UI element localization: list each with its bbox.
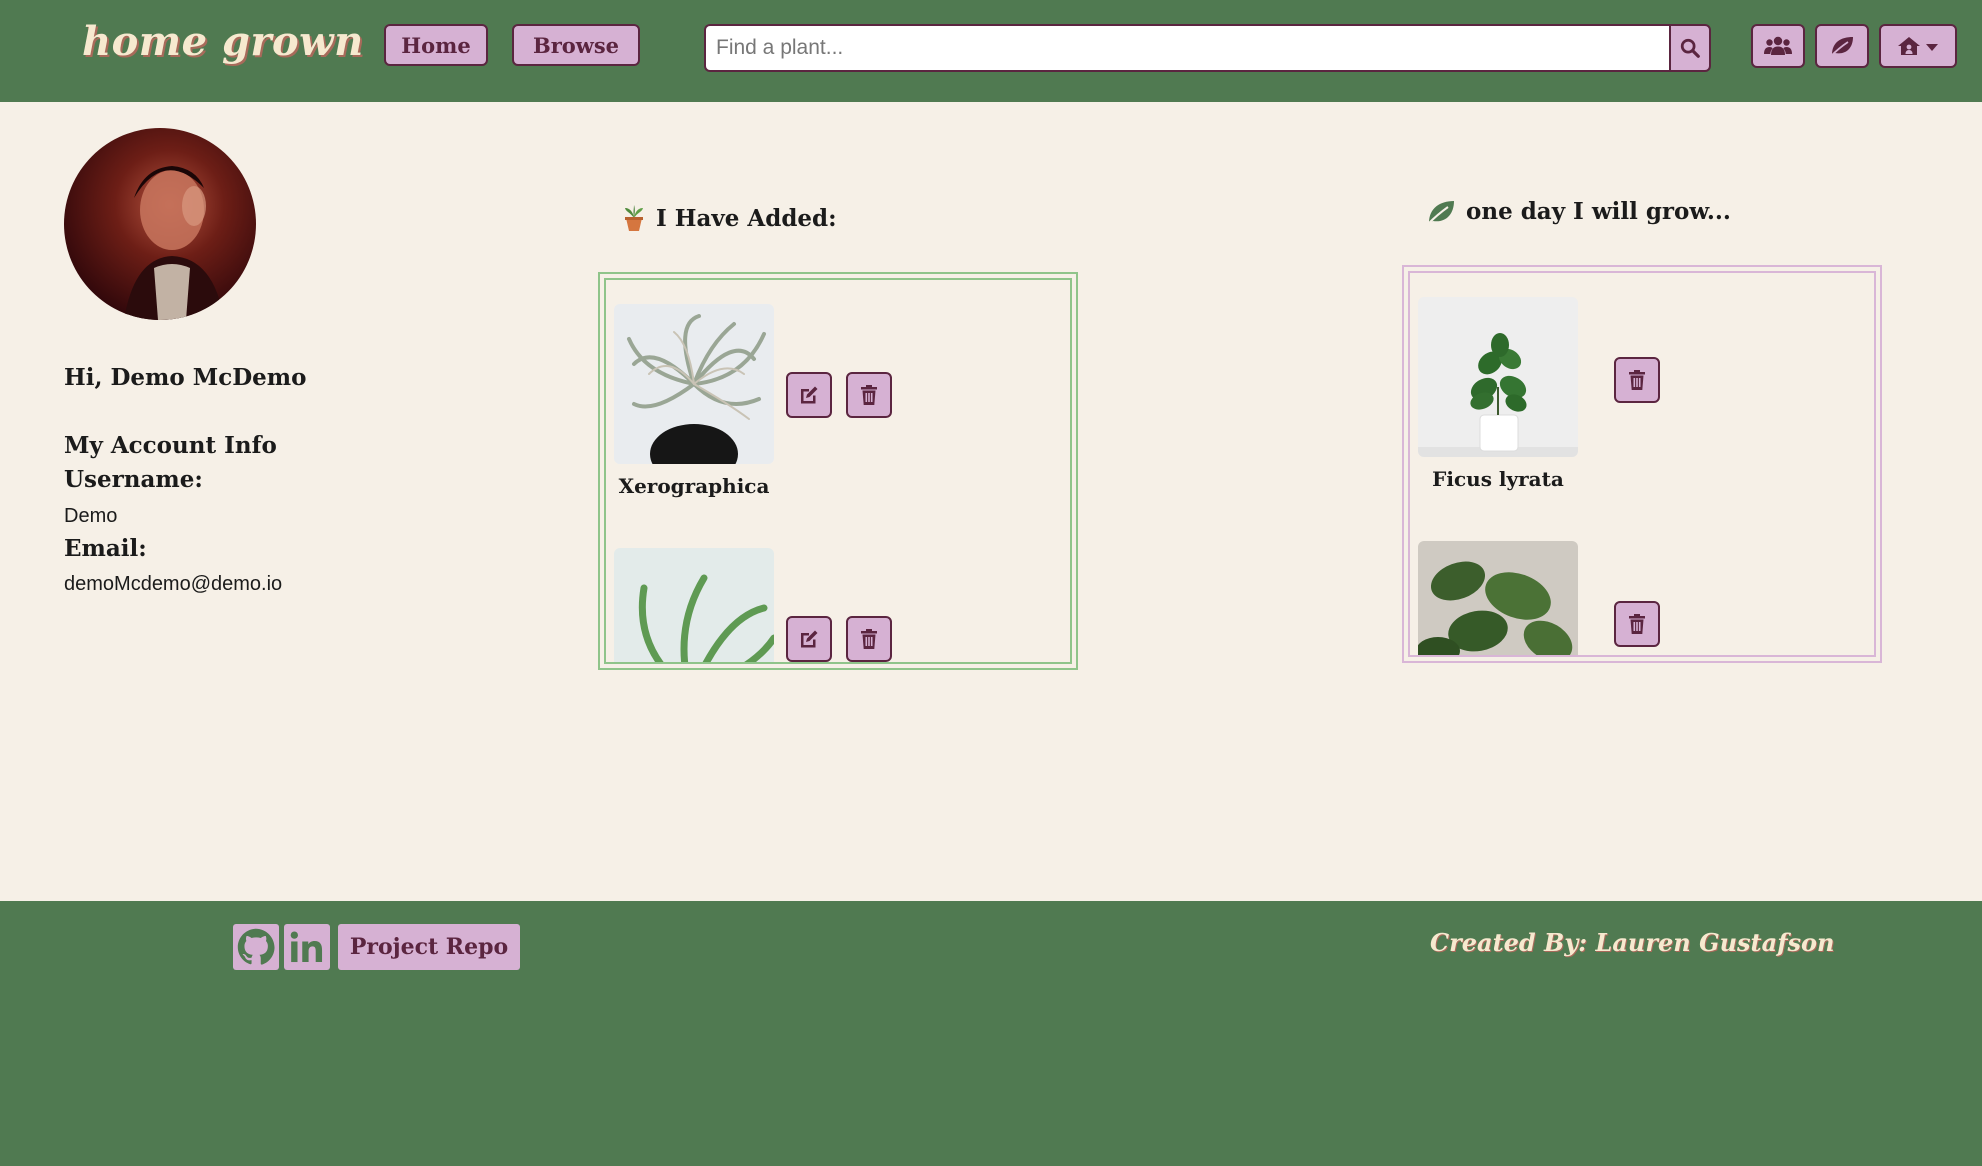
delete-button[interactable] — [846, 372, 892, 418]
linkedin-link[interactable] — [284, 924, 330, 970]
email-value: demoMcdemo@demo.io — [64, 573, 283, 595]
home-user-dropdown-icon — [1898, 37, 1938, 55]
account-heading: My Account Info — [64, 432, 277, 459]
navbar: home grown Home Browse Find a plant... — [0, 0, 1982, 102]
added-list-inner: Xerographica — [604, 278, 1072, 664]
delete-button[interactable] — [846, 616, 892, 662]
trash-icon — [861, 629, 877, 649]
plant-image-ficus-lyrata[interactable] — [1418, 297, 1578, 457]
email-label: Email: — [64, 535, 147, 562]
trash-icon — [1629, 614, 1645, 634]
wishlist-list-inner: Ficus lyrata — [1408, 271, 1876, 657]
leaf-icon — [1830, 37, 1853, 57]
added-heading-text: I Have Added: — [656, 204, 837, 232]
plant-name: Ficus lyrata — [1432, 467, 1564, 491]
users-icon — [1764, 36, 1792, 55]
plant-name: Xerographica — [618, 474, 770, 498]
added-list[interactable]: Xerographica — [598, 272, 1078, 670]
edit-button[interactable] — [786, 616, 832, 662]
avatar-image — [124, 166, 224, 320]
home-button[interactable]: Home — [384, 24, 488, 66]
potted-plant-icon — [625, 205, 643, 231]
trash-icon — [1629, 370, 1645, 390]
edit-icon — [801, 386, 818, 404]
trash-icon — [861, 385, 877, 405]
search-icon — [1680, 38, 1700, 58]
footer-credit: Created By: Lauren Gustafson — [1430, 928, 1835, 957]
project-repo-button[interactable]: Project Repo — [338, 924, 520, 970]
github-link[interactable] — [233, 924, 279, 970]
edit-button[interactable] — [786, 372, 832, 418]
plant-image-xerographica[interactable] — [614, 304, 774, 464]
wishlist-heading: one day I will grow... — [1426, 198, 1731, 225]
wishlist-list[interactable]: Ficus lyrata — [1402, 265, 1882, 663]
wishlist-heading-text: one day I will grow... — [1466, 198, 1731, 225]
username-value: Demo — [64, 505, 118, 527]
users-button[interactable] — [1751, 24, 1805, 68]
logo[interactable]: home grown — [82, 18, 364, 65]
plant-image[interactable] — [614, 548, 774, 662]
added-heading: I Have Added: — [622, 204, 837, 232]
wishlist-button[interactable] — [1815, 24, 1869, 68]
delete-button[interactable] — [1614, 357, 1660, 403]
search-input[interactable]: Find a plant... — [704, 24, 1670, 72]
greeting: Hi, Demo McDemo — [64, 364, 307, 391]
github-icon — [237, 928, 275, 965]
avatar — [64, 128, 256, 320]
linkedin-icon — [290, 931, 323, 963]
delete-button[interactable] — [1614, 601, 1660, 647]
search-button[interactable] — [1669, 24, 1711, 72]
browse-button[interactable]: Browse — [512, 24, 640, 66]
leaf-icon — [1427, 200, 1454, 225]
username-label: Username: — [64, 466, 203, 493]
home-user-dropdown[interactable] — [1879, 24, 1957, 68]
plant-image[interactable] — [1418, 541, 1578, 655]
edit-icon — [801, 630, 818, 648]
